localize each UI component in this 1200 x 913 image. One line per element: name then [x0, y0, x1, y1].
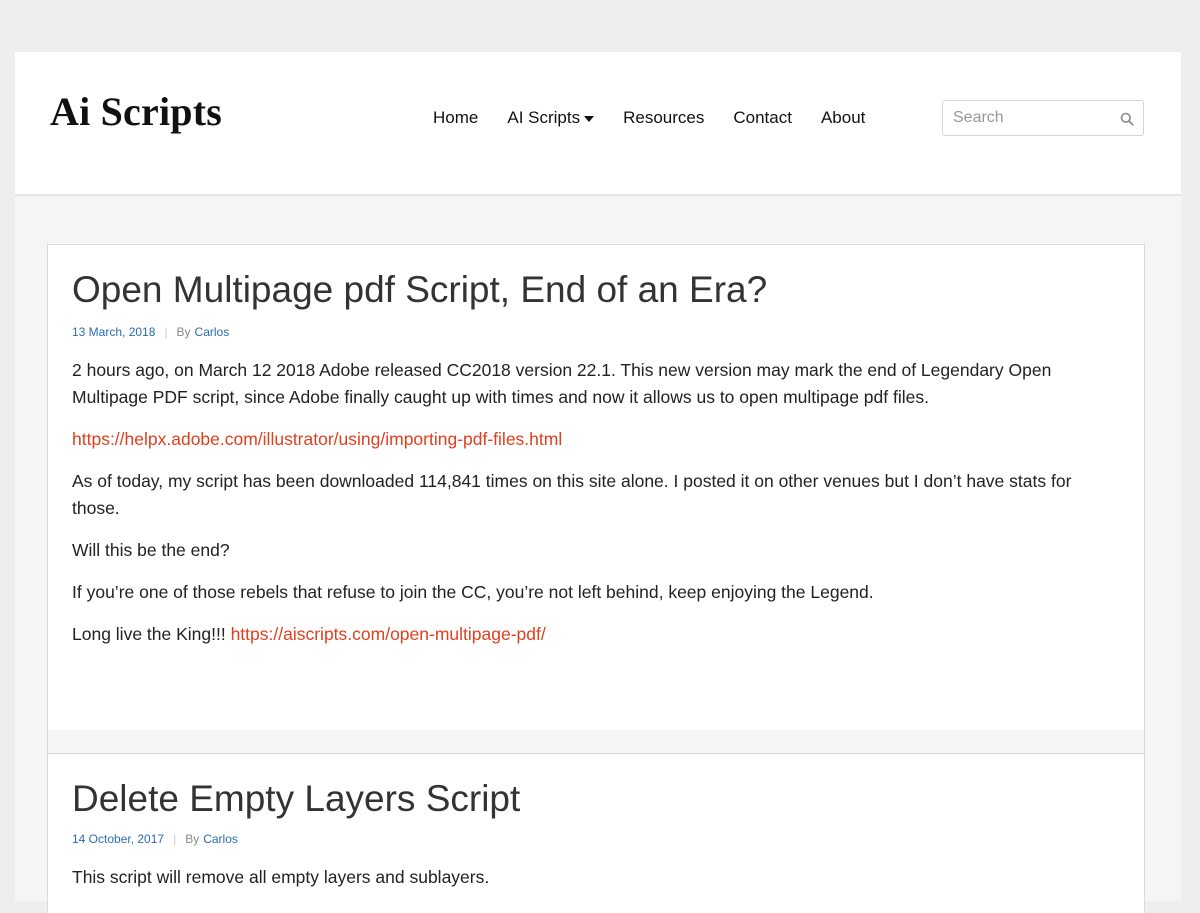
caret-down-icon: [584, 115, 595, 122]
post-link[interactable]: https://aiscripts.com/open-multipage-pdf…: [231, 624, 546, 644]
post-title[interactable]: Open Multipage pdf Script, End of an Era…: [72, 269, 767, 311]
post-by-label: By: [185, 832, 200, 846]
search-icon[interactable]: [1120, 112, 1134, 126]
content-area: Open Multipage pdf Script, End of an Era…: [15, 196, 1181, 913]
post-paragraph: Long live the King!!! https://aiscripts.…: [72, 621, 1122, 648]
meta-divider: |: [164, 325, 168, 339]
post-date[interactable]: 14 October, 2017: [72, 832, 164, 846]
post-card: Open Multipage pdf Script, End of an Era…: [47, 244, 1145, 730]
post-paragraph: If you’re one of those rebels that refus…: [72, 582, 874, 602]
post-link[interactable]: https://helpx.adobe.com/illustrator/usin…: [72, 429, 562, 449]
nav-item-home[interactable]: Home: [433, 108, 478, 128]
post-meta: 14 October, 2017 | By Carlos: [72, 832, 238, 846]
nav-item-contact[interactable]: Contact: [733, 108, 792, 128]
nav-item-ai-scripts[interactable]: AI Scripts: [507, 108, 595, 128]
post-paragraph: As of today, my script has been download…: [72, 471, 1072, 518]
post-author[interactable]: Carlos: [203, 832, 238, 846]
search-input[interactable]: [943, 101, 1113, 135]
main-nav: Home AI Scripts Resources Contact About: [433, 108, 894, 128]
nav-item-label: AI Scripts: [507, 108, 581, 127]
post-card: Delete Empty Layers Script 14 October, 2…: [47, 753, 1145, 913]
post-paragraph: 2 hours ago, on March 12 2018 Adobe rele…: [72, 360, 1052, 407]
site-header: Ai Scripts Home AI Scripts Resources Con…: [15, 52, 1181, 196]
nav-item-resources[interactable]: Resources: [623, 108, 704, 128]
post-paragraph: This script will remove all empty layers…: [72, 867, 490, 887]
post-paragraph: https://helpx.adobe.com/illustrator/usin…: [72, 426, 1122, 453]
post-meta: 13 March, 2018 | By Carlos: [72, 325, 229, 339]
search-box: [942, 100, 1144, 136]
post-separator: [47, 730, 1145, 753]
post-by-label: By: [176, 325, 191, 339]
post-author[interactable]: Carlos: [195, 325, 230, 339]
site-logo[interactable]: Ai Scripts: [50, 88, 222, 135]
post-text: Long live the King!!!: [72, 624, 231, 644]
post-title[interactable]: Delete Empty Layers Script: [72, 778, 520, 820]
nav-item-about[interactable]: About: [821, 108, 865, 128]
meta-divider: |: [173, 832, 177, 846]
post-date[interactable]: 13 March, 2018: [72, 325, 155, 339]
post-paragraph: Will this be the end?: [72, 540, 230, 560]
